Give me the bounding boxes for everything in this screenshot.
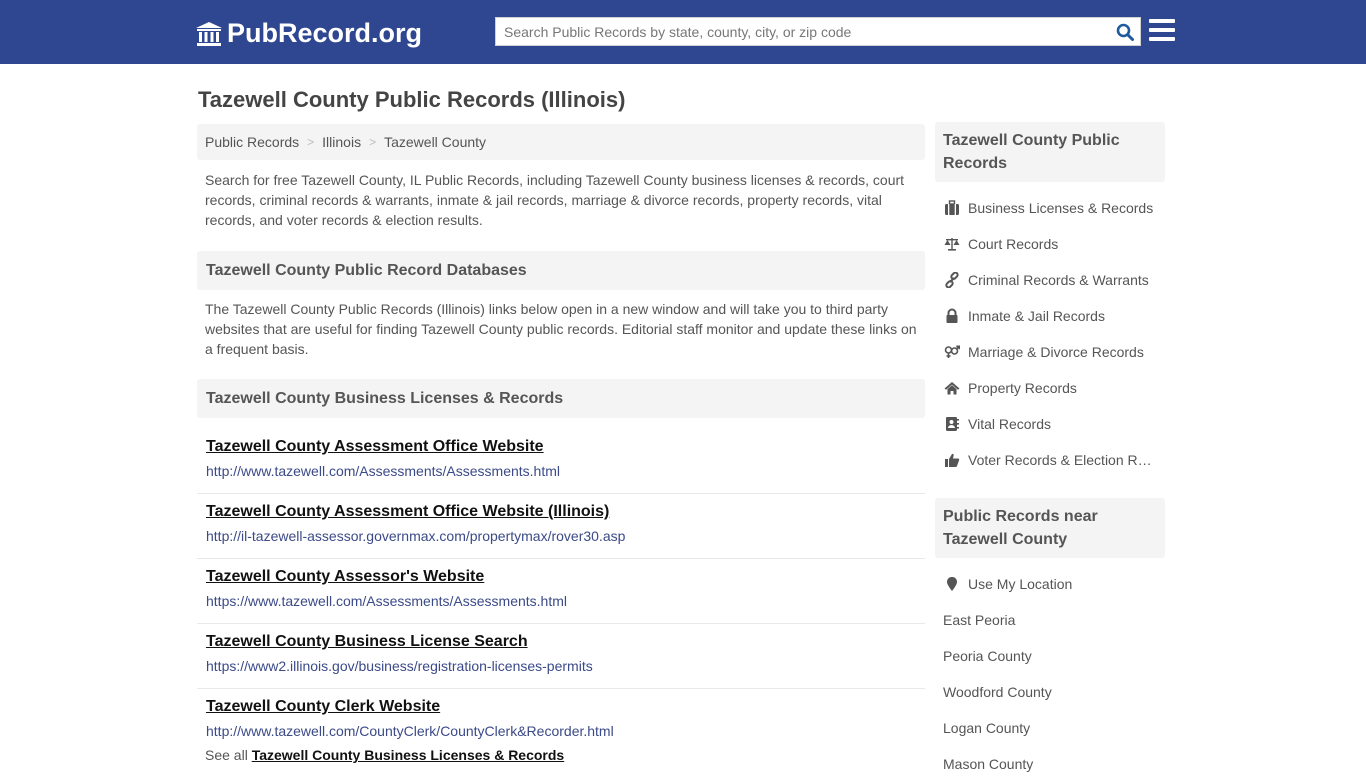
business-links-list: Tazewell County Assessment Office Websit…	[197, 429, 925, 754]
menu-bar	[1149, 37, 1175, 41]
breadcrumb: Public Records > Illinois > Tazewell Cou…	[197, 124, 925, 160]
thumbs-up-icon	[943, 452, 961, 468]
sidebar-item-label: Property Records	[968, 380, 1077, 396]
see-all-prefix: See all	[205, 747, 248, 763]
breadcrumb-public-records[interactable]: Public Records	[205, 134, 299, 150]
sidebar-item-label: Voter Records & Election Results	[968, 452, 1156, 468]
main-content: Public Records > Illinois > Tazewell Cou…	[197, 124, 925, 763]
briefcase-icon	[943, 200, 961, 216]
sidebar-item-marriage-records[interactable]: Marriage & Divorce Records	[935, 334, 1165, 370]
sidebar-item-label: Marriage & Divorce Records	[968, 344, 1144, 360]
top-navbar: PubRecord.org	[0, 0, 1366, 64]
record-link-title[interactable]: Tazewell County Business License Search	[206, 632, 916, 652]
record-link-title[interactable]: Tazewell County Assessment Office Websit…	[206, 502, 916, 522]
record-link-title[interactable]: Tazewell County Assessor's Website	[206, 567, 916, 587]
sidebar-item-court-records[interactable]: Court Records	[935, 226, 1165, 262]
sidebar-item-voter-records[interactable]: Voter Records & Election Results	[935, 442, 1165, 478]
record-link-url: https://www.tazewell.com/Assessments/Ass…	[206, 593, 567, 609]
hamburger-menu-button[interactable]	[1149, 19, 1175, 43]
intro-text: Search for free Tazewell County, IL Publ…	[205, 172, 905, 228]
sidebar-records-list: Business Licenses & Records Court Record…	[935, 190, 1165, 478]
home-icon	[943, 380, 961, 396]
record-link-url: http://www.tazewell.com/Assessments/Asse…	[206, 463, 560, 479]
sidebar-item-label: Vital Records	[968, 416, 1052, 432]
sidebar-item-inmate-records[interactable]: Inmate & Jail Records	[935, 298, 1165, 334]
sidebar-item-label: Criminal Records & Warrants	[968, 272, 1149, 288]
record-link-title[interactable]: Tazewell County Assessment Office Websit…	[206, 437, 916, 457]
record-link-url: http://il-tazewell-assessor.governmax.co…	[206, 528, 626, 544]
sidebar-item-label: Inmate & Jail Records	[968, 308, 1105, 324]
record-link-url: https://www2.illinois.gov/business/regis…	[206, 658, 593, 674]
courthouse-icon	[196, 21, 222, 46]
record-link-title[interactable]: Tazewell County Clerk Website	[206, 697, 916, 717]
sidebar-item-property-records[interactable]: Property Records	[935, 370, 1165, 406]
sidebar-item-vital-records[interactable]: Vital Records	[935, 406, 1165, 442]
nearby-item-woodford-county[interactable]: Woodford County	[935, 674, 1165, 710]
nearby-item-peoria-county[interactable]: Peoria County	[935, 638, 1165, 674]
breadcrumb-tazewell-county[interactable]: Tazewell County	[384, 134, 486, 150]
nearby-item-east-peoria[interactable]: East Peoria	[935, 602, 1165, 638]
business-section-heading: Tazewell County Business Licenses & Reco…	[197, 379, 925, 418]
list-item: Tazewell County Assessment Office Websit…	[197, 429, 925, 494]
link-icon	[943, 272, 961, 288]
list-item: Tazewell County Clerk Website http://www…	[197, 689, 925, 754]
lock-icon	[943, 308, 961, 324]
nearby-item-mason-county[interactable]: Mason County	[935, 746, 1165, 782]
use-my-location-button[interactable]: Use My Location	[935, 566, 1165, 602]
breadcrumb-separator: >	[369, 135, 377, 149]
list-item: Tazewell County Assessment Office Websit…	[197, 494, 925, 559]
search-bar	[495, 17, 1141, 46]
sidebar-item-label: Business Licenses & Records	[968, 200, 1154, 216]
page-title: Tazewell County Public Records (Illinois…	[198, 87, 626, 112]
nearby-item-logan-county[interactable]: Logan County	[935, 710, 1165, 746]
databases-description: The Tazewell County Public Records (Illi…	[205, 301, 917, 357]
search-input[interactable]	[496, 18, 1110, 45]
site-logo[interactable]: PubRecord.org	[195, 18, 422, 49]
databases-heading: Tazewell County Public Record Databases	[197, 251, 925, 290]
sidebar-item-business-licenses[interactable]: Business Licenses & Records	[935, 190, 1165, 226]
menu-bar	[1149, 19, 1175, 23]
sidebar-item-criminal-records[interactable]: Criminal Records & Warrants	[935, 262, 1165, 298]
balance-scale-icon	[943, 236, 961, 252]
list-item: Tazewell County Assessor's Website https…	[197, 559, 925, 624]
sidebar: Tazewell County Public Records Business …	[935, 122, 1165, 782]
nearby-list: Use My Location East Peoria Peoria Count…	[935, 566, 1165, 782]
sidebar-records-heading: Tazewell County Public Records	[935, 122, 1165, 182]
breadcrumb-illinois[interactable]: Illinois	[322, 134, 361, 150]
sidebar-nearby-heading: Public Records near Tazewell County	[935, 498, 1165, 558]
see-all-link[interactable]: Tazewell County Business Licenses & Reco…	[252, 747, 565, 763]
search-icon	[1116, 23, 1134, 41]
see-all-row: See all Tazewell County Business License…	[197, 747, 925, 763]
map-marker-icon	[943, 576, 961, 592]
breadcrumb-separator: >	[307, 135, 315, 149]
record-link-url: http://www.tazewell.com/CountyClerk/Coun…	[206, 723, 614, 739]
venus-mars-icon	[943, 344, 961, 360]
logo-text: PubRecord.org	[227, 18, 423, 48]
menu-bar	[1149, 28, 1175, 32]
sidebar-item-label: Court Records	[968, 236, 1059, 252]
search-button[interactable]	[1110, 18, 1140, 45]
list-item: Tazewell County Business License Search …	[197, 624, 925, 689]
address-book-icon	[943, 416, 961, 432]
use-my-location-label: Use My Location	[968, 576, 1073, 592]
